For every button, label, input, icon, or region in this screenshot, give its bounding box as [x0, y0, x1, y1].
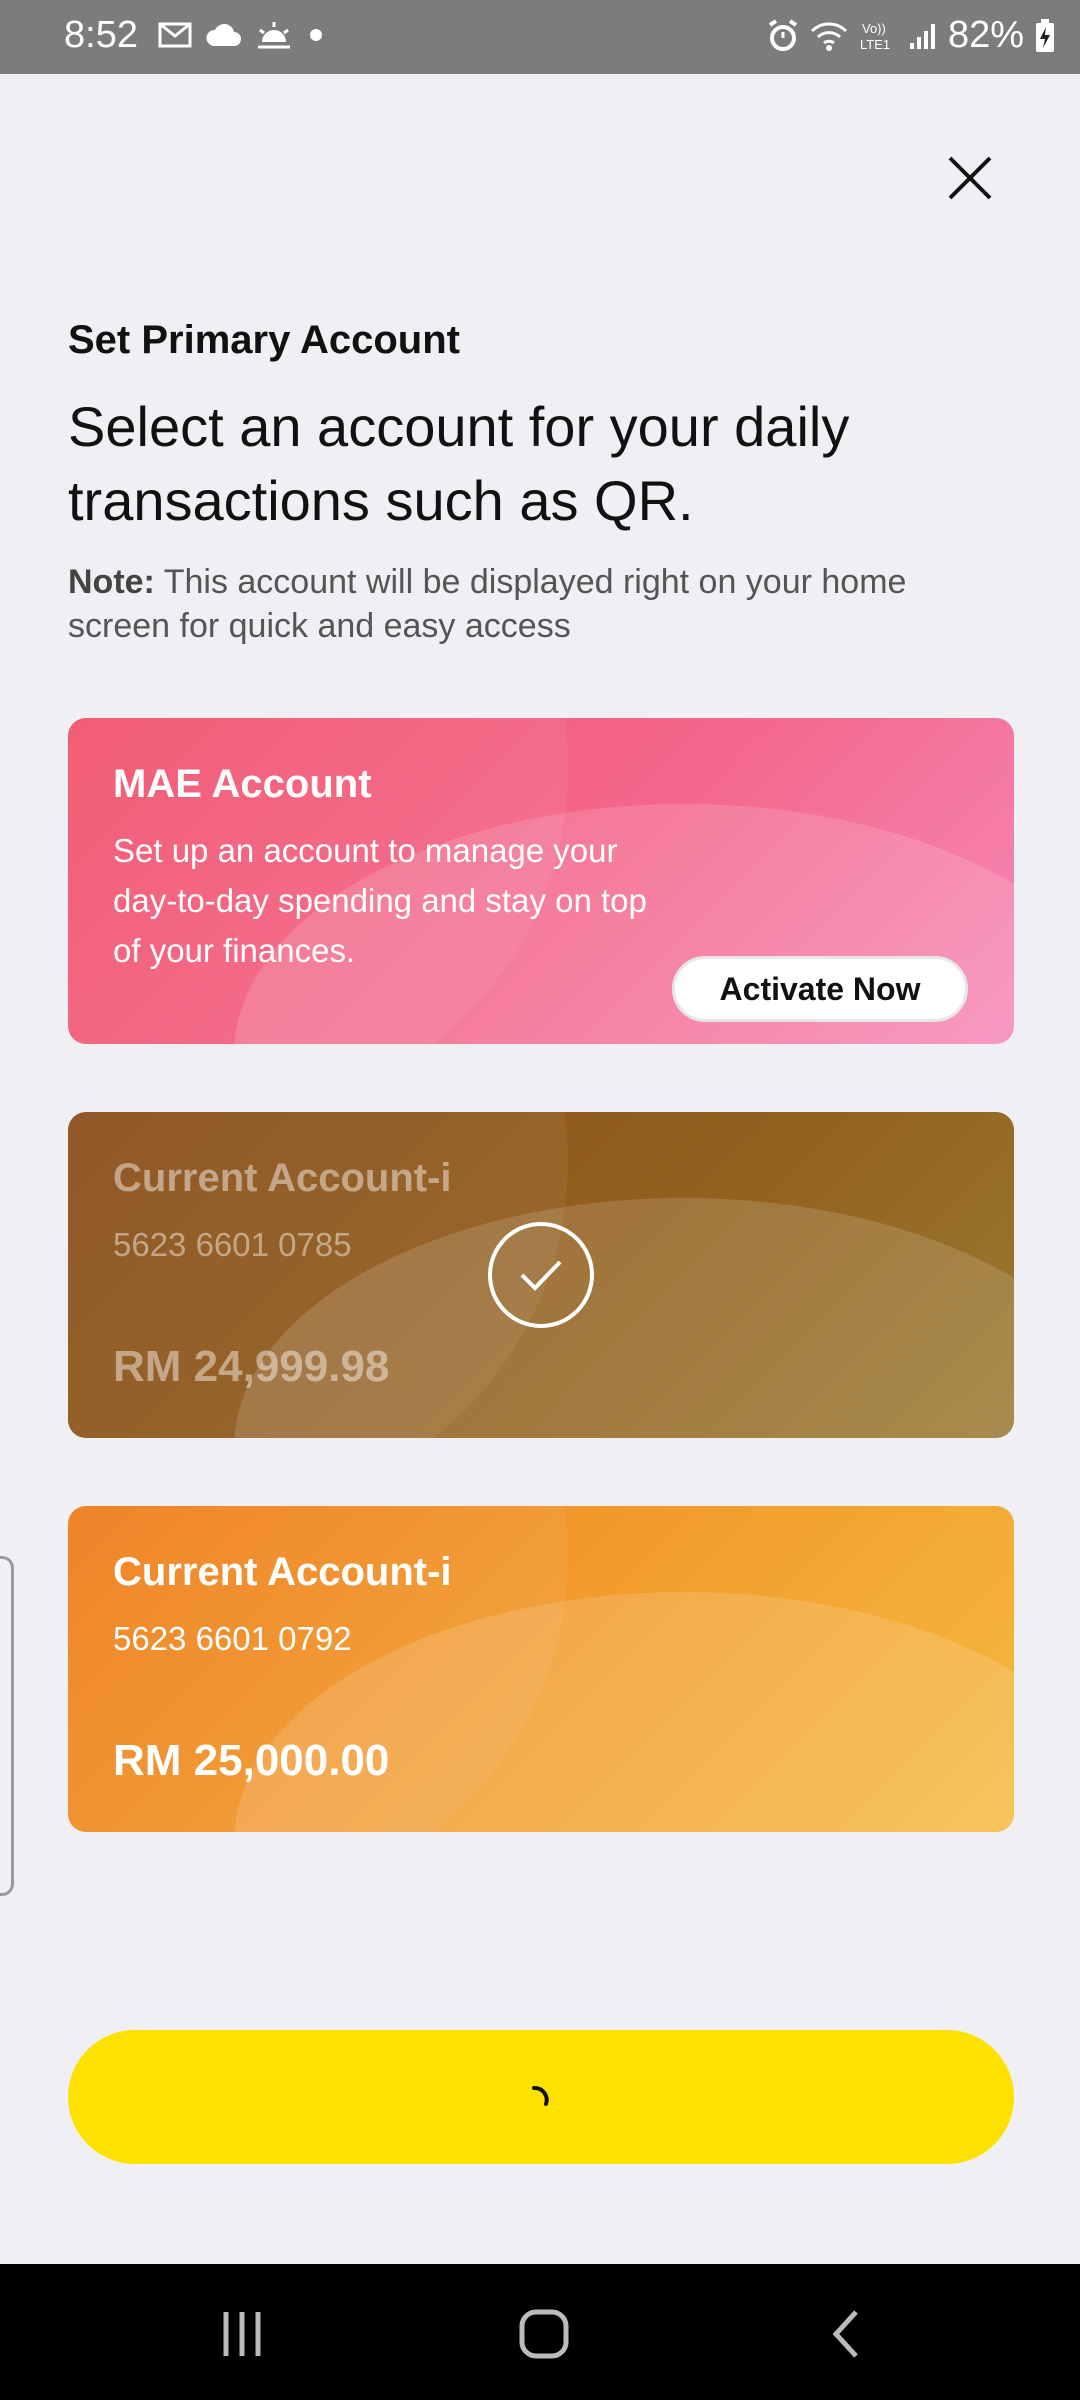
page-eyebrow: Set Primary Account: [68, 318, 460, 362]
system-nav-bar: [0, 2264, 1080, 2400]
close-button[interactable]: [940, 148, 1000, 208]
note-label: Note:: [68, 563, 155, 601]
home-icon: [519, 2309, 569, 2359]
home-button[interactable]: [514, 2304, 574, 2364]
card-title: Current Account-i: [113, 1156, 452, 1200]
account-balance: RM 25,000.00: [113, 1736, 390, 1785]
page-title: Select an account for your daily transac…: [68, 395, 850, 532]
dot-icon: [310, 29, 322, 41]
account-number: 5623 6601 0792: [113, 1620, 352, 1657]
battery-icon: [1036, 18, 1054, 52]
account-card-selected[interactable]: Current Account-i 5623 6601 0785 RM 24,9…: [68, 1112, 1014, 1438]
status-time: 8:52: [64, 14, 138, 56]
loading-spinner-icon: [532, 2086, 549, 2106]
account-balance: RM 24,999.98: [113, 1342, 390, 1391]
sunrise-icon: [258, 22, 290, 49]
back-button[interactable]: [818, 2304, 878, 2364]
back-icon: [832, 2310, 858, 2358]
status-bar: 8:52 Vo)) LTE1 82%: [0, 0, 1080, 74]
checkmark-icon: [520, 1260, 562, 1291]
alarm-icon: [768, 18, 798, 51]
status-right: Vo)) LTE1 82%: [766, 14, 1056, 57]
selected-badge: [488, 1222, 594, 1328]
edge-panel-handle[interactable]: [0, 1556, 14, 1896]
account-card[interactable]: Current Account-i 5623 6601 0792 RM 25,0…: [68, 1506, 1014, 1832]
battery-percent: 82%: [947, 14, 1024, 56]
cloud-icon: [206, 23, 241, 46]
mail-icon: [158, 22, 192, 48]
account-number: 5623 6601 0785: [113, 1226, 352, 1263]
confirm-button[interactable]: [68, 2030, 1014, 2164]
signal-icon: [909, 23, 935, 49]
card-title: Current Account-i: [113, 1550, 452, 1594]
svg-text:LTE1: LTE1: [860, 37, 890, 52]
wifi-icon: [810, 21, 847, 51]
note-body: This account will be displayed right on …: [68, 563, 907, 645]
volte-icon: Vo))LTE1: [860, 21, 890, 52]
note-text: Note: This account will be displayed rig…: [68, 560, 968, 648]
card-title: MAE Account: [113, 762, 372, 806]
recents-icon: [223, 2312, 261, 2356]
mae-account-card[interactable]: MAE Account Set up an account to manage …: [68, 718, 1014, 1044]
close-icon: [948, 156, 992, 200]
activate-now-button[interactable]: Activate Now: [672, 956, 968, 1022]
card-description: Set up an account to manage your day-to-…: [113, 832, 647, 969]
status-left-icons: [158, 20, 326, 50]
svg-text:Vo)): Vo)): [862, 21, 886, 36]
recents-button[interactable]: [212, 2304, 272, 2364]
